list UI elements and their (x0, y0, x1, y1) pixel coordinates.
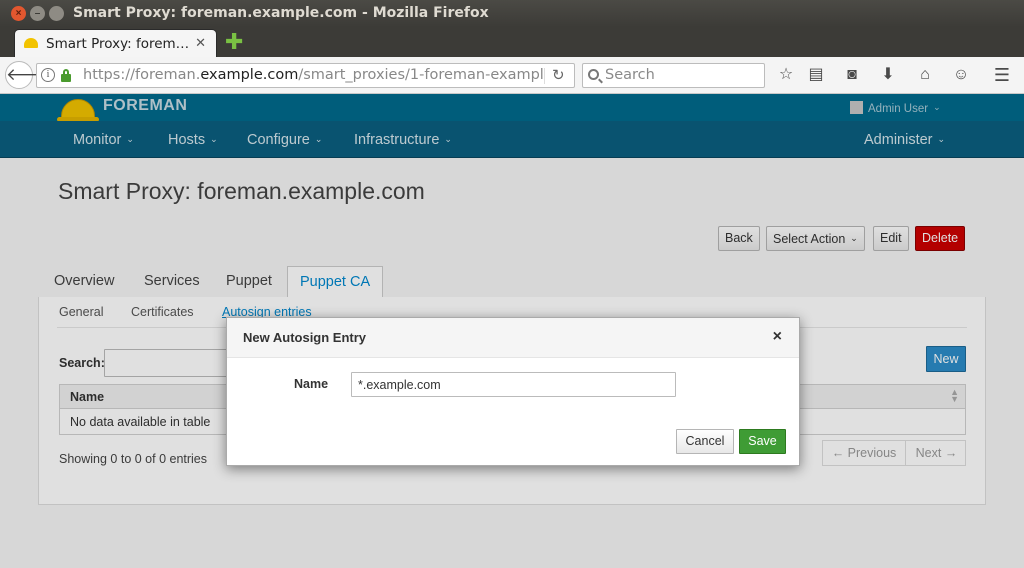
name-label: Name (294, 377, 329, 391)
browser-tabstrip: Smart Proxy: forem… ✕ ✚ (0, 27, 1024, 57)
download-arrow-icon[interactable]: ⬇ (877, 64, 899, 86)
bookmark-star-icon[interactable]: ☆ (775, 64, 797, 86)
hamburger-menu-icon[interactable]: ☰ (991, 64, 1013, 86)
tab-close-icon[interactable]: ✕ (195, 35, 206, 51)
lock-icon[interactable] (61, 69, 71, 82)
new-tab-plus-icon[interactable]: ✚ (225, 31, 243, 53)
cancel-button[interactable]: Cancel (676, 429, 734, 454)
reader-list-icon[interactable]: ▤ (805, 64, 827, 86)
new-autosign-entry-dialog: New Autosign Entry × Name Cancel Save (226, 317, 800, 466)
modal-header: New Autosign Entry × (227, 318, 799, 358)
search-icon (588, 69, 599, 80)
search-placeholder: Search (605, 67, 655, 83)
back-arrow-icon[interactable]: 🡐 (5, 61, 52, 89)
chat-icon[interactable]: ☺ (950, 64, 972, 86)
modal-title: New Autosign Entry (243, 330, 367, 345)
browser-tab-label: Smart Proxy: forem… (46, 36, 190, 52)
url-divider (544, 68, 545, 84)
save-button[interactable]: Save (739, 429, 786, 454)
info-icon[interactable]: i (41, 68, 55, 82)
browser-search-input[interactable]: Search (582, 63, 765, 88)
pocket-icon[interactable]: ◙ (841, 64, 863, 86)
browser-tab[interactable]: Smart Proxy: forem… ✕ (14, 29, 217, 57)
url-text[interactable]: https://foreman.example.com/smart_proxie… (83, 67, 543, 83)
helmet-favicon-icon (24, 38, 38, 48)
window-maximize-icon[interactable] (49, 6, 64, 21)
name-input[interactable] (351, 372, 676, 397)
close-icon[interactable]: × (773, 328, 782, 346)
window-titlebar: × – Smart Proxy: foreman.example.com - M… (0, 0, 1024, 27)
home-icon[interactable]: ⌂ (914, 64, 936, 86)
window-close-icon[interactable]: × (11, 6, 26, 21)
window-minimize-icon[interactable]: – (30, 6, 45, 21)
reload-icon[interactable]: ↻ (552, 66, 565, 84)
browser-navbar: 🡐 i https://foreman.example.com/smart_pr… (0, 57, 1024, 94)
url-bar[interactable]: i https://foreman.example.com/smart_prox… (36, 63, 575, 88)
window-title: Smart Proxy: foreman.example.com - Mozil… (73, 5, 489, 21)
